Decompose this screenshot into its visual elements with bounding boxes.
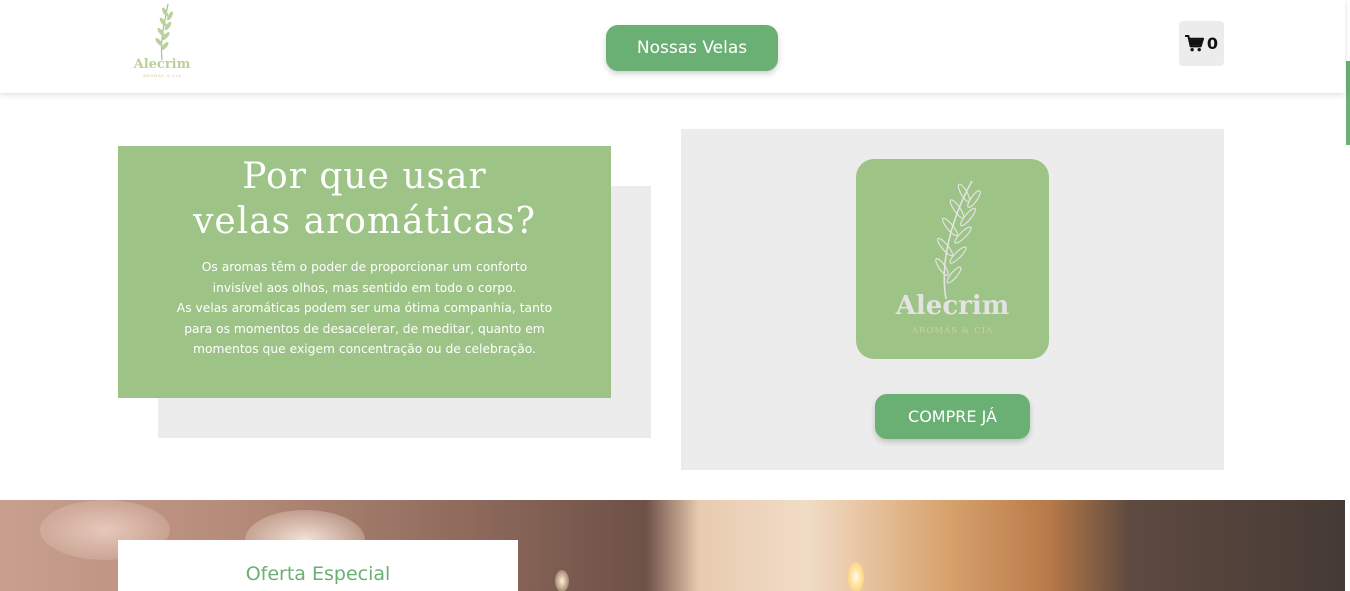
candles-banner: Oferta Especial — [0, 500, 1345, 591]
offer-title: Oferta Especial — [245, 563, 391, 585]
rosemary-sprig-icon — [155, 3, 174, 61]
product-logo-subtitle: AROMAS & CIA — [911, 326, 994, 336]
candle-flame-icon — [848, 562, 864, 591]
why-text-line: momentos que exigem concentração ou de c… — [193, 342, 536, 356]
why-title-line-2: velas aromáticas? — [193, 201, 536, 242]
why-text-line: invisível aos olhos, mas sentido em todo… — [212, 280, 517, 295]
cart-button[interactable]: 0 — [1179, 21, 1224, 66]
cart-icon — [1184, 35, 1204, 52]
compre-ja-button[interactable]: COMPRE JÁ — [875, 394, 1030, 439]
product-panel: Alecrim AROMAS & CIA COMPRE JÁ — [681, 129, 1224, 470]
product-logo: Alecrim AROMAS & CIA — [856, 159, 1049, 359]
why-text-line: Os aromas têm o poder de proporcionar um… — [201, 260, 528, 274]
cart-count: 0 — [1206, 34, 1219, 53]
why-text-line: As velas aromáticas podem ser uma ótima … — [176, 301, 553, 315]
why-title: Por que usar velas aromáticas? — [118, 154, 611, 244]
product-logo-name: Alecrim — [895, 291, 1010, 321]
rosemary-sprig-icon — [935, 180, 981, 300]
why-text-line: para os momentos de desacelerar, de medi… — [184, 321, 545, 336]
candle-flame-icon — [555, 570, 569, 591]
why-card: Por que usar velas aromáticas? Os aromas… — [118, 146, 611, 398]
logo-subtitle: AROMAS & CIA — [142, 73, 182, 78]
why-title-line-1: Por que usar — [242, 156, 487, 197]
offer-box: Oferta Especial — [118, 540, 518, 591]
scrollbar-thumb[interactable] — [1346, 61, 1350, 145]
site-header: Alecrim AROMAS & CIA Nossas Velas 0 — [0, 0, 1345, 93]
brand-logo[interactable]: Alecrim AROMAS & CIA — [132, 2, 192, 80]
nossas-velas-button[interactable]: Nossas Velas — [606, 25, 778, 71]
logo-name: Alecrim — [133, 57, 191, 72]
why-text: Os aromas têm o poder de proporcionar um… — [118, 257, 611, 360]
